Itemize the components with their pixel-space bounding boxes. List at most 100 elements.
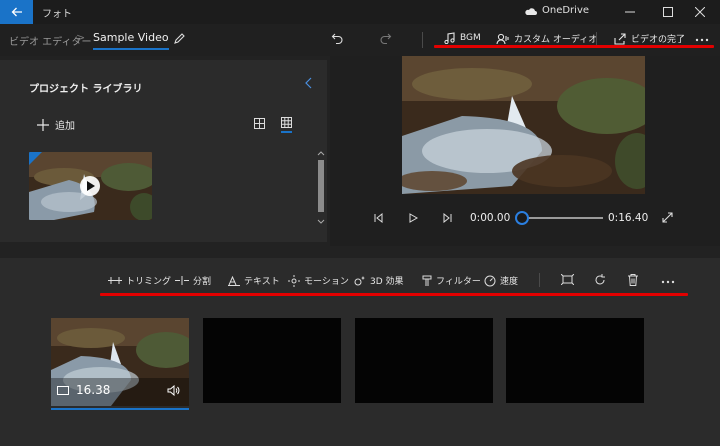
split-button[interactable]: 分割: [175, 274, 211, 287]
playback-controls: 0:00.00 0:16.40: [370, 208, 690, 228]
undo-icon: [331, 33, 343, 45]
redo-icon: [380, 33, 392, 45]
more-icon: [661, 280, 675, 284]
motion-label: モーション: [304, 277, 349, 287]
total-time: 0:16.40: [608, 212, 649, 224]
play-button[interactable]: [408, 213, 418, 223]
more-icon: [695, 38, 709, 42]
grid-small-icon: [281, 117, 292, 128]
custom-audio-label: カスタム オーディオ: [514, 35, 598, 45]
play-icon: [409, 213, 418, 223]
library-scrollbar[interactable]: [316, 150, 326, 225]
grid-large-icon: [254, 118, 265, 129]
empty-clip-slot[interactable]: [506, 318, 644, 403]
maximize-icon: [663, 7, 673, 17]
plus-icon: [37, 118, 49, 131]
trim-icon: [108, 277, 122, 284]
trim-button[interactable]: トリミング: [108, 274, 171, 287]
scrollbar-track: [317, 151, 325, 224]
add-label: 追加: [55, 121, 75, 132]
command-bar: ビデオ エディター > Sample Video BGM カスタム オーディオ …: [0, 24, 720, 56]
3d-effects-icon: [354, 275, 365, 285]
toolbar-divider: [422, 32, 423, 48]
more-options-button[interactable]: [695, 38, 709, 42]
next-frame-button[interactable]: [443, 213, 453, 223]
speed-button[interactable]: 速度: [484, 274, 518, 287]
text-button[interactable]: テキスト: [228, 274, 280, 287]
library-media-thumbnail[interactable]: [29, 152, 152, 220]
onedrive-status[interactable]: OneDrive: [524, 5, 589, 16]
app-title: フォト: [42, 9, 72, 20]
speed-icon: [484, 275, 496, 286]
waterfall-preview-image: [402, 56, 645, 194]
text-icon: [228, 275, 240, 286]
clip-video-icon-wrap: [57, 386, 69, 395]
redo-button[interactable]: [379, 32, 392, 45]
speed-label: 速度: [500, 277, 519, 287]
video-preview[interactable]: [402, 56, 645, 194]
waterfall-thumbnail-image: [29, 152, 152, 220]
text-label: テキスト: [244, 277, 280, 287]
back-arrow-icon: [11, 7, 22, 17]
export-icon: [614, 32, 626, 45]
breadcrumb-separator: >: [76, 31, 86, 44]
filter-icon: [422, 275, 432, 286]
split-label: 分割: [193, 277, 212, 287]
music-note-icon: [444, 32, 455, 44]
delete-button[interactable]: [628, 274, 638, 286]
trim-label: トリミング: [126, 277, 172, 287]
clip-volume-button[interactable]: [167, 385, 180, 396]
finish-video-button[interactable]: ビデオの完了: [614, 32, 685, 45]
filter-label: フィルター: [436, 277, 481, 287]
rotate-button[interactable]: [594, 274, 606, 286]
clip-duration: 16.38: [76, 383, 111, 397]
library-title: プロジェクト ライブラリ: [29, 84, 143, 95]
seek-track: [515, 211, 603, 225]
video-frame-icon: [57, 386, 69, 395]
storyboard-panel: トリミング 分割 テキスト モーション 3D 効果 フィルター 速度 16.38: [0, 258, 720, 446]
title-bar: フォト OneDrive: [0, 0, 720, 24]
minimize-button[interactable]: [610, 0, 650, 24]
finish-video-label: ビデオの完了: [631, 35, 686, 45]
close-button[interactable]: [680, 0, 720, 24]
bgm-label: BGM: [460, 33, 481, 43]
undo-button[interactable]: [331, 32, 344, 45]
filter-button[interactable]: フィルター: [422, 274, 481, 287]
3d-effects-label: 3D 効果: [370, 277, 404, 287]
cloud-icon: [525, 7, 537, 15]
trash-icon: [628, 274, 638, 286]
current-time: 0:00.00: [470, 212, 511, 224]
chevron-left-icon: [305, 77, 312, 89]
custom-audio-icon: [496, 33, 509, 44]
back-button[interactable]: [0, 0, 33, 24]
split-icon: [175, 276, 189, 285]
small-thumbnail-view-button[interactable]: [281, 117, 292, 133]
close-icon: [695, 7, 705, 17]
motion-icon: [288, 274, 300, 287]
empty-clip-slot[interactable]: [355, 318, 493, 403]
fullscreen-button[interactable]: [662, 212, 673, 223]
photos-video-editor-window: フォト OneDrive ビデオ エディター > Sample Video BG…: [0, 0, 720, 446]
custom-audio-button[interactable]: カスタム オーディオ: [496, 32, 597, 45]
project-name: Sample Video: [93, 31, 169, 50]
previous-frame-button[interactable]: [373, 213, 383, 223]
highlight-underline: [100, 293, 688, 296]
bgm-button[interactable]: BGM: [444, 32, 481, 44]
pencil-icon: [174, 33, 185, 44]
step-forward-icon: [443, 213, 452, 223]
storyboard-more-button[interactable]: [661, 280, 675, 284]
empty-clip-slot[interactable]: [203, 318, 341, 403]
highlight-underline: [434, 45, 714, 48]
add-media-button[interactable]: 追加: [37, 117, 75, 132]
collapse-library-button[interactable]: [305, 77, 313, 89]
3d-effects-button[interactable]: 3D 効果: [354, 274, 404, 287]
rename-button[interactable]: [173, 32, 186, 45]
motion-button[interactable]: モーション: [288, 274, 349, 287]
expand-icon: [662, 212, 673, 223]
seek-slider[interactable]: [515, 211, 605, 225]
large-thumbnail-view-button[interactable]: [254, 118, 265, 129]
storyboard-clip[interactable]: 16.38: [51, 318, 189, 406]
resize-button[interactable]: [561, 274, 574, 285]
step-back-icon: [374, 213, 383, 223]
speaker-icon: [167, 385, 180, 396]
